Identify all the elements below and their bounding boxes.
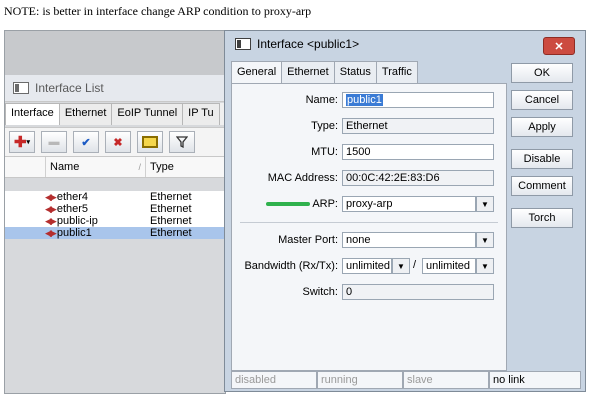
table-header: Name / Type: [5, 157, 225, 178]
tab-ethernet[interactable]: Ethernet: [58, 103, 113, 125]
dropdown-icon: ▼: [481, 235, 489, 245]
torch-button[interactable]: Torch: [511, 208, 573, 228]
name-field[interactable]: public1: [342, 92, 494, 108]
disable-button[interactable]: ✖: [105, 131, 131, 153]
row-name: public-ip: [56, 215, 98, 227]
master-port-select[interactable]: none: [342, 232, 476, 248]
interface-list-titlebar: Interface List: [5, 75, 225, 102]
column-name[interactable]: Name /: [46, 157, 146, 177]
check-icon: ✔: [81, 136, 91, 149]
dropdown-icon: ▼: [397, 261, 405, 271]
interface-icon: ◀▶: [45, 227, 57, 238]
tab-general[interactable]: General: [231, 61, 283, 84]
master-port-dropdown-button[interactable]: ▼: [476, 232, 494, 248]
remove-button[interactable]: ▬: [41, 131, 67, 153]
close-button[interactable]: ✕: [543, 37, 575, 55]
bandwidth-rx-dropdown-button[interactable]: ▼: [392, 258, 410, 274]
interface-icon: ◀▶: [45, 203, 57, 214]
dialog-titlebar: Interface <public1>: [225, 31, 585, 57]
tab-ip-tunnel[interactable]: IP Tu: [182, 103, 220, 125]
arp-select[interactable]: proxy-arp: [342, 196, 476, 212]
dialog-title: Interface <public1>: [257, 37, 360, 51]
close-icon: ✕: [554, 40, 564, 53]
comment-button[interactable]: Comment: [511, 176, 573, 196]
interface-list-tabs: Interface Ethernet EoIP Tunnel IP Tu: [5, 103, 225, 125]
bandwidth-tx-select[interactable]: unlimited: [422, 258, 476, 274]
status-running: running: [317, 371, 403, 389]
bandwidth-rx-select[interactable]: unlimited: [342, 258, 392, 274]
comment-icon: [142, 136, 158, 148]
column-name-label: Name: [50, 161, 80, 173]
interface-table: ◀▶ ether4 Ethernet ◀▶ ether5 Ethernet ◀▶ pu…: [5, 191, 225, 239]
mtu-label: MTU:: [311, 146, 338, 158]
dropdown-icon: ▼: [481, 261, 489, 271]
apply-button[interactable]: Apply: [511, 117, 573, 137]
row-name: public1: [56, 227, 92, 239]
dialog-tabs: General Ethernet Status Traffic: [231, 61, 418, 84]
table-row[interactable]: ◀▶ public-ip Ethernet: [5, 215, 225, 227]
mac-address-label: MAC Address:: [267, 172, 338, 184]
interface-list-window: Interface List Interface Ethernet EoIP T…: [4, 30, 226, 394]
ok-button[interactable]: OK: [511, 63, 573, 83]
row-type: Ethernet: [150, 215, 192, 227]
mac-address-field: 00:0C:42:2E:83:D6: [342, 170, 494, 186]
window-icon: [13, 82, 29, 94]
row-name: ether5: [56, 203, 89, 215]
name-value: public1: [346, 94, 383, 106]
arp-label: ARP:: [312, 198, 338, 210]
bandwidth-tx-dropdown-button[interactable]: ▼: [476, 258, 494, 274]
cross-icon: ✖: [113, 136, 123, 149]
filter-button[interactable]: [169, 131, 195, 153]
separator: [240, 222, 498, 223]
plus-icon: ✚: [13, 134, 27, 151]
status-disabled: disabled: [231, 371, 317, 389]
enable-button[interactable]: ✔: [73, 131, 99, 153]
status-bar: disabled running slave no link: [231, 371, 581, 389]
tab-eoip-tunnel[interactable]: EoIP Tunnel: [111, 103, 184, 125]
type-field: Ethernet: [342, 118, 494, 134]
tab-status[interactable]: Status: [333, 61, 377, 84]
dropdown-icon: ▼: [481, 199, 489, 209]
note-text: NOTE: is better in interface change ARP …: [4, 4, 312, 18]
tab-interface[interactable]: Interface: [5, 103, 60, 125]
row-type: Ethernet: [150, 227, 192, 239]
tab-ethernet[interactable]: Ethernet: [281, 61, 335, 84]
switch-field: 0: [342, 284, 494, 300]
sort-icon: /: [138, 162, 141, 172]
window-icon: [235, 38, 251, 50]
interface-dialog: Interface <public1> ✕ General Ethernet S…: [224, 30, 586, 392]
cancel-button[interactable]: Cancel: [511, 90, 573, 110]
comment-button[interactable]: [137, 131, 163, 153]
interface-icon: ◀▶: [45, 191, 57, 202]
tab-traffic[interactable]: Traffic: [375, 61, 418, 84]
add-button[interactable]: ✚ ▾: [9, 131, 35, 153]
header-spacer: [5, 157, 46, 177]
general-panel: Name: public1 Type: Ethernet MTU: 1500 M…: [231, 83, 507, 371]
name-label: Name:: [305, 94, 338, 106]
column-type[interactable]: Type: [146, 161, 174, 173]
bandwidth-separator: /: [413, 259, 417, 271]
status-slave: slave: [403, 371, 489, 389]
interface-list-toolbar: ✚ ▾ ▬ ✔ ✖: [5, 127, 225, 157]
bandwidth-label: Bandwidth (Rx/Tx):: [244, 260, 338, 272]
desktop-backdrop: [5, 31, 225, 75]
table-row[interactable]: ◀▶ ether5 Ethernet: [5, 203, 225, 215]
arp-dropdown-button[interactable]: ▼: [476, 196, 494, 212]
interface-icon: ◀▶: [45, 215, 57, 226]
chevron-down-icon: ▾: [26, 139, 31, 146]
mtu-field[interactable]: 1500: [342, 144, 494, 160]
switch-label: Switch:: [302, 286, 338, 298]
disable-button[interactable]: Disable: [511, 149, 573, 169]
row-name: ether4: [56, 191, 89, 203]
table-row-selected[interactable]: ◀▶ public1 Ethernet: [5, 227, 225, 239]
filter-icon: [176, 136, 188, 148]
minus-icon: ▬: [48, 136, 60, 148]
table-row[interactable]: ◀▶ ether4 Ethernet: [5, 191, 225, 203]
interface-list-title: Interface List: [35, 81, 104, 95]
row-type: Ethernet: [150, 191, 192, 203]
type-label: Type:: [311, 120, 338, 132]
row-type: Ethernet: [150, 203, 192, 215]
master-port-label: Master Port:: [278, 234, 338, 246]
status-link: no link: [489, 371, 581, 389]
